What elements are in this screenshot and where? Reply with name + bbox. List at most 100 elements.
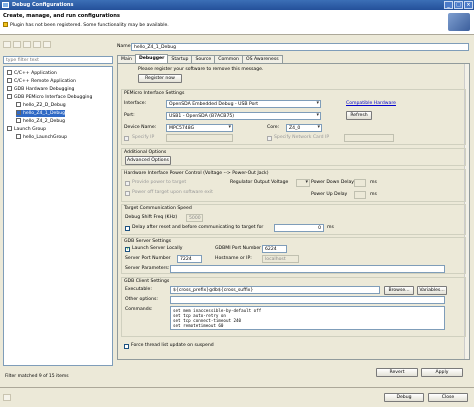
provide-power-checkbox[interactable] bbox=[125, 181, 130, 186]
power-up-unit: ms bbox=[370, 192, 377, 197]
comm-speed-group: Target Communication Speed Debug Shift F… bbox=[121, 204, 466, 235]
tree-item[interactable]: Launch Group bbox=[7, 126, 46, 133]
executable-label: Executable: bbox=[125, 287, 152, 292]
power-control-group: Hardware Interface Power Control (Voltag… bbox=[121, 169, 466, 202]
launch-server-label: Launch Server Locally bbox=[132, 246, 183, 251]
port-select[interactable]: USB1 - OpenSDA (B7ACB75) bbox=[166, 112, 321, 120]
name-label: Name: bbox=[117, 44, 133, 49]
minimize-button[interactable]: _ bbox=[444, 1, 453, 9]
config-tabs: Main Debugger Startup Source Common OS A… bbox=[117, 54, 283, 63]
advanced-options-button[interactable]: Advanced Options bbox=[125, 156, 171, 165]
device-select[interactable]: MPC5748G bbox=[166, 124, 233, 132]
debug-button[interactable]: Debug bbox=[384, 393, 424, 402]
pemicro-group: PEMicro Interface Settings Interface: Op… bbox=[121, 89, 466, 145]
gdb-hw-icon bbox=[7, 86, 12, 91]
other-options-input[interactable] bbox=[170, 296, 445, 304]
delay-input[interactable]: 0 bbox=[274, 224, 324, 232]
tab-startup[interactable]: Startup bbox=[167, 55, 193, 63]
launch-server-checkbox[interactable] bbox=[125, 246, 130, 252]
help-icon[interactable] bbox=[3, 394, 11, 401]
network-ip-input[interactable] bbox=[344, 134, 394, 142]
delay-after-reset-checkbox[interactable] bbox=[125, 226, 130, 231]
server-params-label: Server Parameters: bbox=[125, 266, 170, 271]
name-input[interactable]: hello_Z4_1_Debug bbox=[131, 43, 469, 51]
duplicate-icon[interactable] bbox=[13, 41, 21, 48]
commands-textarea[interactable]: set mem inaccessible-by-default off set … bbox=[170, 306, 445, 330]
power-down-label: Power Down Delay bbox=[311, 180, 354, 185]
power-up-input[interactable] bbox=[354, 191, 366, 199]
tab-common[interactable]: Common bbox=[214, 55, 243, 63]
core-select[interactable]: Z4_0 bbox=[286, 124, 322, 132]
collapse-all-icon[interactable] bbox=[33, 41, 41, 48]
command-line: set remotetimeout 60 bbox=[173, 323, 224, 328]
server-port-input[interactable]: 7224 bbox=[177, 255, 202, 263]
debugger-panel: Please register your software to remove … bbox=[117, 63, 470, 377]
maximize-button[interactable]: □ bbox=[454, 1, 463, 9]
dialog-button-bar: Debug Close bbox=[0, 387, 474, 407]
other-options-label: Other options: bbox=[125, 297, 158, 302]
tree-item-selected[interactable]: hello_Z4_1_Debug bbox=[16, 110, 66, 117]
ip-input[interactable] bbox=[166, 134, 233, 142]
gdbmi-port-label: GDBMI Port Number bbox=[215, 246, 262, 251]
tab-os-awareness[interactable]: OS Awareness bbox=[241, 55, 283, 63]
apply-button[interactable]: Apply bbox=[421, 368, 463, 377]
tree-item[interactable]: hello_LaunchGroup bbox=[16, 134, 67, 141]
port-label: Port: bbox=[124, 113, 135, 118]
tree-item[interactable]: hello_Z4_2_Debug bbox=[16, 118, 65, 125]
filter-input[interactable]: type filter text bbox=[3, 56, 113, 64]
power-off-label: Power off target upon software exit bbox=[132, 190, 213, 195]
config-icon bbox=[16, 110, 21, 115]
tree-item[interactable]: GDB PEMicro Interface Debugging bbox=[7, 94, 92, 101]
tree-item[interactable]: hello_Z2_D_Debug bbox=[16, 102, 66, 109]
refresh-button[interactable]: Refresh bbox=[346, 111, 372, 120]
specify-ip-label: Specify IP bbox=[132, 135, 155, 140]
hostname-label: Hostname or IP: bbox=[215, 256, 252, 261]
warning-icon bbox=[3, 22, 8, 27]
additional-options-group: Additional Options Advanced Options bbox=[121, 148, 466, 166]
variables-button[interactable]: Variables... bbox=[417, 286, 447, 295]
config-tree: C/C++ Application C/C++ Remote Applicati… bbox=[3, 66, 113, 366]
register-now-button[interactable]: Register now bbox=[138, 74, 182, 83]
compatible-hardware-link[interactable]: Compatible Hardware bbox=[346, 101, 396, 106]
interface-select[interactable]: OpenSDA Embedded Debug - USB Port bbox=[166, 100, 321, 108]
config-icon bbox=[16, 102, 21, 107]
c-remote-icon bbox=[7, 78, 12, 83]
delay-label: Delay after reset and before communicati… bbox=[132, 225, 264, 230]
tree-item[interactable]: C/C++ Remote Application bbox=[7, 78, 76, 85]
power-down-input[interactable] bbox=[354, 179, 366, 187]
additional-group-title: Additional Options bbox=[124, 150, 167, 155]
tab-main[interactable]: Main bbox=[117, 55, 136, 63]
gdb-client-group-title: GDB Client Settings bbox=[124, 279, 170, 284]
power-up-label: Power Up Delay bbox=[311, 192, 348, 197]
filter-icon[interactable] bbox=[43, 41, 51, 48]
hostname-input[interactable]: localhost bbox=[262, 255, 299, 263]
close-window-button[interactable]: × bbox=[464, 1, 473, 9]
new-config-icon[interactable] bbox=[3, 41, 11, 48]
specify-ip-checkbox[interactable] bbox=[124, 136, 129, 141]
shift-freq-label: Debug Shift Freq (KHz) bbox=[125, 215, 178, 220]
config-icon bbox=[16, 134, 21, 139]
tree-item[interactable]: C/C++ Application bbox=[7, 70, 57, 77]
tab-source[interactable]: Source bbox=[191, 55, 216, 63]
revert-button[interactable]: Revert bbox=[376, 368, 418, 377]
left-toolbar bbox=[3, 41, 51, 48]
regulator-select[interactable] bbox=[296, 179, 310, 187]
shift-freq-input[interactable]: 5000 bbox=[186, 214, 203, 222]
executable-input[interactable]: ${cross_prefix}gdb${cross_suffix} bbox=[170, 286, 380, 294]
tab-debugger[interactable]: Debugger bbox=[134, 54, 169, 63]
power-off-checkbox[interactable] bbox=[125, 191, 130, 196]
app-icon bbox=[2, 2, 9, 8]
server-params-input[interactable] bbox=[170, 265, 445, 273]
regulator-label: Regulator Output Voltage bbox=[230, 180, 289, 185]
delete-icon[interactable] bbox=[23, 41, 31, 48]
interface-label: Interface: bbox=[124, 101, 147, 106]
browse-button[interactable]: Browse... bbox=[384, 286, 414, 295]
gdbmi-port-input[interactable]: 6224 bbox=[262, 245, 287, 253]
core-label: Core: bbox=[267, 125, 280, 130]
close-button[interactable]: Close bbox=[428, 393, 468, 402]
force-thread-checkbox[interactable] bbox=[124, 344, 129, 349]
tree-item[interactable]: GDB Hardware Debugging bbox=[7, 86, 74, 93]
specify-network-checkbox[interactable] bbox=[267, 136, 272, 141]
dialog-header: Create, manage, and run configurations P… bbox=[0, 10, 474, 35]
gdb-server-group: GDB Server Settings Launch Server Locall… bbox=[121, 237, 466, 274]
